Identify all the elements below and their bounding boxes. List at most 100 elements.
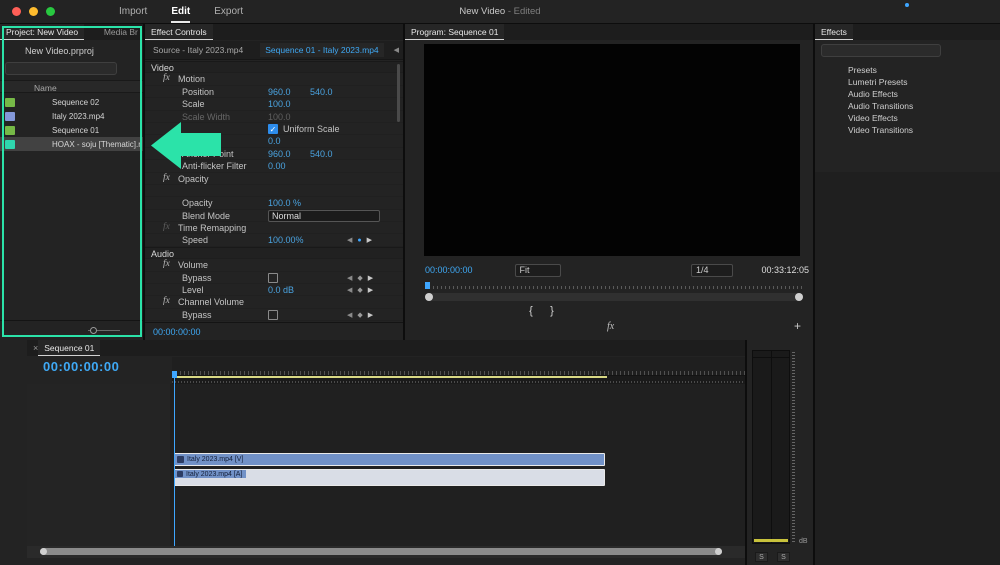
rect-mask-icon[interactable]	[191, 185, 204, 198]
add-keyframe-button[interactable]: ◆	[357, 274, 362, 282]
stopwatch-icon[interactable]	[165, 161, 176, 172]
timeline-scrollbar[interactable]	[40, 548, 722, 555]
fullscreen-icon[interactable]	[977, 5, 990, 18]
reset-parameter-button[interactable]	[384, 161, 395, 172]
reset-parameter-button[interactable]	[384, 149, 395, 160]
project-search[interactable]	[5, 62, 117, 75]
program-zoom-scrollbar[interactable]	[425, 293, 803, 301]
stopwatch-icon[interactable]	[165, 99, 176, 110]
collapse-section-icon[interactable]	[386, 250, 395, 259]
ec-row-blend-mode[interactable]: Blend Mode Normal	[145, 209, 403, 223]
ec-row-scale-width[interactable]: Scale Width 100.0	[145, 111, 403, 123]
fit-select[interactable]: Fit	[514, 263, 561, 277]
tab-effect-controls[interactable]: Effect Controls	[145, 24, 213, 40]
chev-right-icon[interactable]	[151, 236, 160, 245]
reset-parameter-button[interactable]	[384, 174, 395, 185]
stopwatch-icon[interactable]	[165, 149, 176, 160]
tab-import[interactable]: Import	[119, 6, 147, 17]
badge-icon[interactable]	[983, 45, 995, 57]
stopwatch-icon[interactable]	[165, 235, 176, 246]
chev-right-icon[interactable]	[820, 77, 829, 86]
effects-folder-audio-transitions[interactable]: Audio Transitions	[815, 100, 1000, 112]
uniform-scale-checkbox[interactable]: ✓	[268, 123, 278, 134]
new-bin-icon[interactable]	[125, 63, 138, 75]
ec-row-masks[interactable]	[145, 185, 403, 198]
reset-parameter-button[interactable]	[384, 87, 395, 98]
ec-row-channel-volume[interactable]: fx Channel Volume	[145, 296, 403, 309]
bypass-checkbox[interactable]	[268, 272, 278, 283]
chev-down-icon[interactable]	[151, 298, 160, 307]
maximize-window-button[interactable]	[46, 7, 55, 16]
panel-menu-icon[interactable]	[90, 27, 96, 37]
next-keyframe-button[interactable]: ▶	[368, 274, 373, 282]
param-value[interactable]: 540.0	[310, 149, 333, 159]
program-timecode[interactable]: 00:00:00:00	[425, 265, 473, 275]
mark-out-button[interactable]: }	[544, 303, 560, 319]
ellipse-mask-icon[interactable]	[169, 185, 182, 198]
ec-row-volume[interactable]: fx Volume	[145, 259, 403, 272]
home-icon[interactable]	[81, 5, 95, 19]
program-video-frame[interactable]	[424, 44, 800, 256]
zoom-slider-knob[interactable]	[90, 327, 97, 334]
list-item-hoax-soju-thematic-m[interactable]: HOAX - soju [Thematic].m	[0, 137, 143, 151]
chev-right-icon[interactable]	[151, 199, 160, 208]
new-item-icon[interactable]	[130, 325, 141, 336]
reset-parameter-button[interactable]	[384, 124, 395, 135]
stopwatch-icon[interactable]	[165, 87, 176, 98]
blend-mode-select[interactable]: Normal	[268, 209, 380, 222]
stopwatch-icon[interactable]	[165, 136, 176, 147]
add-keyframe-button[interactable]: ◆	[357, 311, 362, 319]
project-file-row[interactable]: New Video.prproj	[6, 45, 94, 56]
column-header-name[interactable]: Name	[34, 83, 57, 93]
lift-button[interactable]	[677, 303, 691, 317]
effects-search-input[interactable]	[837, 46, 936, 55]
export-frame-button[interactable]	[718, 303, 732, 317]
chev-right-icon[interactable]	[820, 65, 829, 74]
stopwatch-icon[interactable]	[165, 273, 176, 284]
effects-folder-video-effects[interactable]: Video Effects	[815, 112, 1000, 124]
ec-row-time-remapping[interactable]: fx Time Remapping	[145, 222, 403, 235]
previous-keyframe-button[interactable]: ◀	[347, 274, 352, 282]
param-value[interactable]: 100.0	[268, 99, 291, 109]
ec-scrollbar[interactable]	[397, 64, 400, 122]
audio-meter[interactable]	[752, 350, 790, 544]
add-keyframe-button[interactable]: ◆	[357, 286, 362, 294]
work-area-strip[interactable]	[172, 376, 745, 384]
sequence-clip-tab[interactable]: Sequence 01 - Italy 2023.mp4	[260, 43, 384, 57]
chev-right-icon[interactable]	[151, 100, 160, 109]
next-keyframe-button[interactable]: ▶	[367, 236, 372, 244]
ec-row-opacity[interactable]: Opacity 100.0 %	[145, 197, 403, 210]
audio-clip[interactable]: Italy 2023.mp4 [A]	[174, 469, 605, 486]
tab-export[interactable]: Export	[214, 6, 243, 17]
reset-parameter-button[interactable]	[384, 99, 395, 110]
comparison-view-button[interactable]	[738, 303, 752, 317]
list-item-sequence-02[interactable]: Sequence 02	[0, 95, 143, 109]
ec-row-opacity[interactable]: fx Opacity	[145, 173, 403, 185]
param-value[interactable]: 100.0	[268, 112, 291, 122]
effects-folder-audio-effects[interactable]: Audio Effects	[815, 88, 1000, 100]
timeline-timecode[interactable]: 00:00:00:00	[43, 359, 119, 374]
reset-parameter-button[interactable]	[384, 112, 395, 123]
share-icon[interactable]	[921, 5, 935, 19]
panel-menu-icon[interactable]	[510, 27, 520, 37]
zoom-handle-right[interactable]	[715, 548, 722, 555]
zoom-handle-right[interactable]	[795, 293, 803, 301]
zoom-handle-left[interactable]	[425, 293, 433, 301]
stopwatch-icon[interactable]	[165, 112, 176, 123]
chev-right-icon[interactable]	[820, 89, 829, 98]
ec-row-bypass[interactable]: Bypass ◀ ◆ ▶	[145, 272, 403, 285]
effects-folder-presets[interactable]: Presets	[815, 64, 1000, 76]
extract-button[interactable]	[698, 303, 712, 317]
go-to-out-button[interactable]	[653, 303, 667, 317]
playback-resolution-select[interactable]: 1/4	[691, 263, 733, 277]
pen-mask-icon[interactable]	[213, 185, 226, 198]
list-item-italy-2023-mp4[interactable]: Italy 2023.mp4	[0, 109, 143, 123]
play-button[interactable]	[609, 303, 623, 317]
source-clip-tab[interactable]: Source - Italy 2023.mp4	[153, 45, 243, 55]
tab-effects[interactable]: Effects	[815, 24, 853, 40]
close-window-button[interactable]	[12, 7, 21, 16]
step-back-button[interactable]	[589, 303, 603, 317]
panel-menu-icon[interactable]	[106, 343, 116, 353]
timeline-playhead-line[interactable]	[174, 376, 175, 546]
mark-in-button[interactable]: {	[523, 303, 539, 319]
